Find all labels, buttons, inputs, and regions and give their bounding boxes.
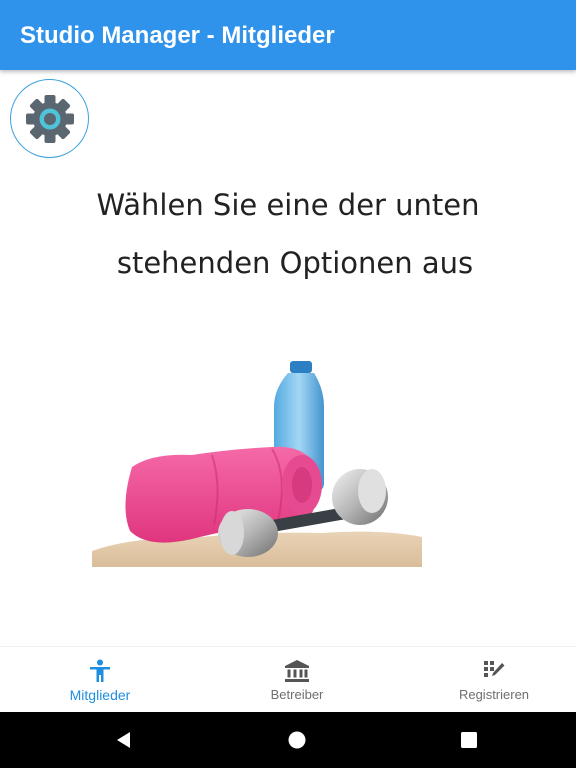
instruction-line-1: Wählen Sie eine der unten: [96, 188, 480, 222]
instruction-text: Wählen Sie eine der unten stehenden Opti…: [0, 176, 576, 292]
home-button[interactable]: [267, 712, 327, 768]
recents-icon: [461, 732, 477, 748]
app-bar: Studio Manager - Mitglieder: [0, 0, 576, 70]
towel-dumbbells-water-bottle-image: [92, 361, 422, 567]
gear-icon: [25, 94, 74, 143]
settings-button[interactable]: [10, 79, 89, 158]
instruction-line-2: stehenden Optionen aus: [116, 246, 474, 280]
tab-registrieren[interactable]: Registrieren: [398, 647, 576, 713]
bottom-navigation: Mitglieder Betreiber Registrieren: [0, 646, 576, 712]
tab-label: Registrieren: [458, 687, 530, 702]
back-icon: [117, 732, 130, 748]
bank-icon: [284, 657, 310, 685]
register-edit-icon: [482, 657, 506, 685]
tab-label: Mitglieder: [69, 687, 131, 703]
tab-mitglieder[interactable]: Mitglieder: [4, 647, 196, 713]
back-button[interactable]: [94, 712, 154, 768]
tab-label: Betreiber: [270, 687, 324, 702]
system-navigation-bar: [0, 712, 576, 768]
person-icon: [89, 657, 111, 685]
home-icon: [288, 731, 306, 749]
tab-betreiber[interactable]: Betreiber: [201, 647, 393, 713]
recents-button[interactable]: [439, 712, 499, 768]
app-title: Studio Manager - Mitglieder: [20, 22, 335, 49]
